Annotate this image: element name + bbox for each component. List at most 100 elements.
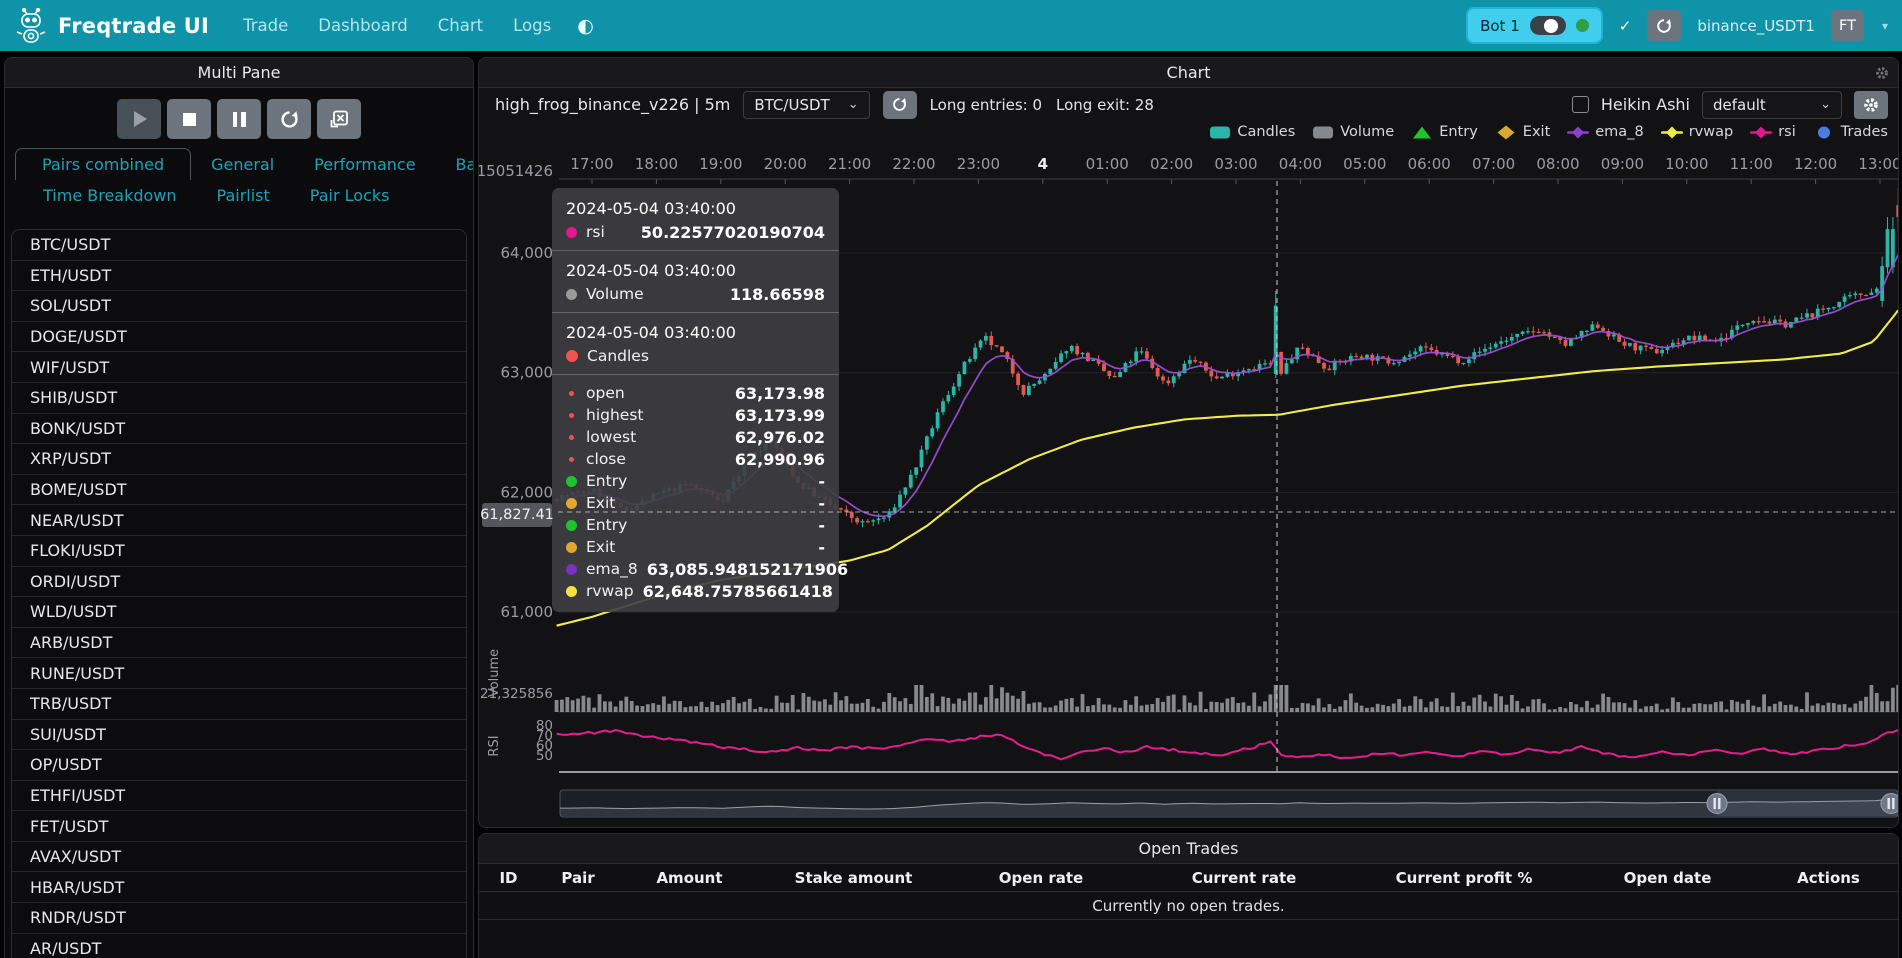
brand[interactable]: Freqtrade UI: [14, 8, 209, 44]
pause-bot-button[interactable]: [217, 99, 261, 139]
legend-label: Exit: [1523, 124, 1550, 140]
check-icon: ✓: [1619, 17, 1632, 35]
legend-item-rvwap[interactable]: rvwap: [1661, 124, 1734, 140]
pair-list-item[interactable]: ARB/USDT: [12, 628, 466, 659]
pane-tabs-row1: Pairs combinedGeneralPerformanceBalance: [5, 148, 473, 180]
main-nav: Trade Dashboard Chart Logs: [243, 16, 551, 35]
nav-link-dashboard[interactable]: Dashboard: [318, 16, 408, 35]
pair-list-item[interactable]: SOL/USDT: [12, 291, 466, 322]
pair-list-item[interactable]: TRB/USDT: [12, 689, 466, 720]
svg-text:18:00: 18:00: [635, 155, 678, 173]
entry-marker-icon: [1411, 125, 1433, 140]
pair-select[interactable]: BTC/USDT ⌄: [743, 91, 869, 119]
tab-time-breakdown[interactable]: Time Breakdown: [23, 180, 197, 211]
bot-toggle[interactable]: [1530, 16, 1566, 35]
column-header-stake-amount: Stake amount: [761, 869, 946, 887]
multi-pane-header[interactable]: Multi Pane: [5, 58, 473, 88]
price-chart[interactable]: 17:0018:0019:0020:0021:0022:0023:00401:0…: [479, 142, 1899, 828]
pair-list-item[interactable]: XRP/USDT: [12, 444, 466, 475]
user-avatar[interactable]: FT: [1831, 10, 1864, 41]
stop-bot-button[interactable]: [167, 99, 211, 139]
svg-text:04:00: 04:00: [1279, 155, 1322, 173]
svg-text:02:00: 02:00: [1150, 155, 1193, 173]
svg-text:20:00: 20:00: [764, 155, 807, 173]
plot-config-select[interactable]: default ⌄: [1702, 91, 1842, 119]
legend-item-rsi[interactable]: rsi: [1750, 124, 1796, 140]
reload-config-button[interactable]: [267, 99, 311, 139]
chart-header-gear-icon[interactable]: [1875, 66, 1889, 80]
pair-list-item[interactable]: RUNE/USDT: [12, 658, 466, 689]
tab-pairs-combined[interactable]: Pairs combined: [15, 148, 191, 180]
theme-toggle-icon[interactable]: ◐: [577, 15, 594, 37]
nav-link-logs[interactable]: Logs: [513, 16, 551, 35]
svg-text:12:00: 12:00: [1794, 155, 1837, 173]
pair-list-item[interactable]: RNDR/USDT: [12, 903, 466, 934]
tab-pair-locks[interactable]: Pair Locks: [290, 180, 410, 211]
pair-list-item[interactable]: FET/USDT: [12, 811, 466, 842]
tab-performance[interactable]: Performance: [294, 149, 435, 180]
app-title: Freqtrade UI: [58, 14, 209, 38]
pair-list-item[interactable]: SHIB/USDT: [12, 383, 466, 414]
refresh-chart-button[interactable]: [883, 91, 917, 119]
pair-list-item[interactable]: WLD/USDT: [12, 597, 466, 628]
pair-list-item[interactable]: BTC/USDT: [12, 230, 466, 261]
reload-icon: [280, 110, 299, 129]
pair-list-item[interactable]: ETH/USDT: [12, 261, 466, 292]
forcexit-all-button[interactable]: [317, 99, 361, 139]
pair-list-item[interactable]: HBAR/USDT: [12, 872, 466, 903]
pair-list-item[interactable]: AR/USDT: [12, 934, 466, 958]
top-navbar: Freqtrade UI Trade Dashboard Chart Logs ◐ B…: [0, 0, 1902, 51]
plot-settings-button[interactable]: [1854, 91, 1888, 119]
pair-list-item[interactable]: DOGE/USDT: [12, 322, 466, 353]
chart-header[interactable]: Chart: [479, 58, 1898, 88]
start-bot-button[interactable]: [117, 99, 161, 139]
column-header-open-rate: Open rate: [946, 869, 1136, 887]
open-trades-columns: IDPairAmountStake amountOpen rateCurrent…: [479, 864, 1898, 891]
pair-list-item[interactable]: FLOKI/USDT: [12, 536, 466, 567]
tab-balance[interactable]: Balance: [436, 149, 474, 180]
tab-pairlist[interactable]: Pairlist: [197, 180, 290, 211]
svg-text:21,325856: 21,325856: [480, 686, 553, 702]
legend-item-candles[interactable]: Candles: [1209, 124, 1295, 140]
pair-list-item[interactable]: ORDI/USDT: [12, 567, 466, 598]
svg-text:61,000: 61,000: [501, 603, 554, 621]
bot-selector[interactable]: Bot 1: [1466, 7, 1603, 44]
pair-list-item[interactable]: BOME/USDT: [12, 475, 466, 506]
pair-list-item[interactable]: OP/USDT: [12, 750, 466, 781]
tab-general[interactable]: General: [191, 149, 294, 180]
nav-link-chart[interactable]: Chart: [438, 16, 483, 35]
pair-list-item[interactable]: WIF/USDT: [12, 352, 466, 383]
pair-list-item[interactable]: BONK/USDT: [12, 414, 466, 445]
legend-item-entry[interactable]: Entry: [1411, 124, 1478, 140]
legend-item-exit[interactable]: Exit: [1495, 124, 1550, 140]
user-menu-caret-icon[interactable]: ▾: [1882, 19, 1888, 33]
bot-name-label: Bot 1: [1480, 17, 1520, 35]
column-header-amount: Amount: [618, 869, 761, 887]
open-trades-header[interactable]: Open Trades: [479, 834, 1898, 864]
chart-title: Chart: [1167, 63, 1211, 82]
gear-icon: [1863, 97, 1879, 113]
legend-item-ema_8[interactable]: ema_8: [1567, 124, 1643, 140]
svg-text:11:00: 11:00: [1730, 155, 1773, 173]
heikin-ashi-checkbox[interactable]: [1572, 96, 1589, 113]
multi-pane-panel: Multi Pane Pairs combinedGeneralPerforma…: [4, 57, 474, 958]
pair-list-item[interactable]: SUI/USDT: [12, 720, 466, 751]
pair-list-item[interactable]: NEAR/USDT: [12, 505, 466, 536]
pair-list-item[interactable]: ETHFI/USDT: [12, 781, 466, 812]
legend-label: rvwap: [1689, 124, 1734, 140]
volume-marker-icon: [1312, 125, 1334, 140]
signal-counts: Long entries: 0 Long exit: 28: [930, 96, 1154, 114]
pair-list-item[interactable]: AVAX/USDT: [12, 842, 466, 873]
svg-text:64,000: 64,000: [501, 244, 554, 262]
nav-link-trade[interactable]: Trade: [243, 16, 288, 35]
svg-text:05:00: 05:00: [1343, 155, 1386, 173]
legend-label: rsi: [1778, 124, 1796, 140]
svg-text:07:00: 07:00: [1472, 155, 1515, 173]
legend-item-trades[interactable]: Trades: [1813, 124, 1888, 140]
legend-item-volume[interactable]: Volume: [1312, 124, 1394, 140]
svg-text:10:00: 10:00: [1665, 155, 1708, 173]
reload-bot-button[interactable]: [1647, 10, 1681, 41]
rsi-marker-icon: [1750, 125, 1772, 140]
chevron-down-icon: ⌄: [848, 97, 859, 112]
svg-text:RSI: RSI: [487, 735, 502, 756]
